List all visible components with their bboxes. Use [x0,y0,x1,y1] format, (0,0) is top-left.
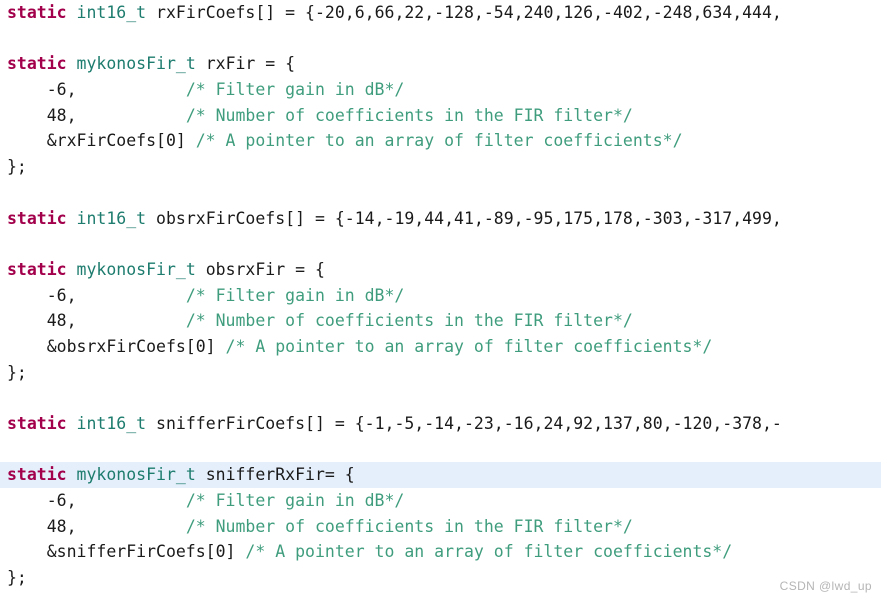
code-token-type: mykonosFir_t [76,465,196,485]
code-token-plain: -6, [7,80,186,100]
code-line[interactable]: static mykonosFir_t obsrxFir = { [0,257,881,283]
code-token-plain: obsrxFir = { [195,259,325,279]
code-line[interactable]: &obsrxFirCoefs[0] /* A pointer to an arr… [0,334,881,360]
code-line[interactable]: 48, /* Number of coefficients in the FIR… [0,514,881,540]
code-token-type: int16_t [76,414,147,433]
code-line[interactable]: static int16_t snifferFirCoefs[] = {-1,-… [0,411,881,437]
code-token-comment: /* A pointer to an array of filter coeff… [195,131,683,151]
code-token-keyword: static [7,54,67,74]
code-token-comment: /* A pointer to an array of filter coeff… [245,542,733,562]
code-token-type: int16_t [76,3,147,22]
code-token-comment: /* Filter gain in dB*/ [185,491,405,511]
code-line[interactable]: -6, /* Filter gain in dB*/ [0,283,881,309]
code-token-plain: snifferFirCoefs[] = {-1,-5,-14,-23,-16,2… [146,414,782,433]
code-token-plain: 48, [7,516,186,536]
code-line[interactable]: static int16_t rxFirCoefs[] = {-20,6,66,… [0,0,881,26]
code-line[interactable]: -6, /* Filter gain in dB*/ [0,488,881,514]
code-token-plain: obsrxFirCoefs[] = {-14,-19,44,41,-89,-95… [146,208,782,228]
code-token-plain: 48, [7,105,186,125]
code-line[interactable]: }; [0,360,881,386]
code-token-comment: /* Number of coefficients in the FIR fil… [185,516,633,536]
code-token-plain: }; [7,568,27,588]
code-token-type: mykonosFir_t [76,54,196,74]
code-token-keyword: static [7,465,67,485]
code-line-blank[interactable] [0,437,881,463]
code-token-keyword: static [7,259,67,279]
code-token-plain: rxFir = { [195,54,296,74]
code-token-comment: /* Number of coefficients in the FIR fil… [185,105,633,125]
code-line-blank[interactable] [0,385,881,411]
watermark-text: CSDN @lwd_up [779,579,872,593]
code-line[interactable]: 48, /* Number of coefficients in the FIR… [0,103,881,129]
code-token-plain: snifferRxFir= { [195,465,355,485]
code-line[interactable]: static int16_t obsrxFirCoefs[] = {-14,-1… [0,206,881,232]
code-line-blank[interactable] [0,180,881,206]
code-line[interactable]: -6, /* Filter gain in dB*/ [0,77,881,103]
code-token-type: mykonosFir_t [76,259,196,279]
code-token-plain: -6, [7,285,186,305]
code-lines-container: static int16_t rxFirCoefs[] = {-20,6,66,… [0,0,881,591]
code-token-keyword: static [7,414,67,433]
code-token-plain: }; [7,362,27,382]
code-line[interactable]: static mykonosFir_t rxFir = { [0,51,881,77]
code-line[interactable]: &snifferFirCoefs[0] /* A pointer to an a… [0,539,881,565]
code-token-comment: /* A pointer to an array of filter coeff… [225,336,713,356]
code-token-plain: -6, [7,491,186,511]
code-token-plain: &obsrxFirCoefs[0] [7,336,226,356]
code-token-keyword: static [7,3,67,22]
code-line[interactable]: 48, /* Number of coefficients in the FIR… [0,308,881,334]
code-token-plain: &snifferFirCoefs[0] [7,542,246,562]
code-token-comment: /* Filter gain in dB*/ [185,285,405,305]
code-line[interactable]: }; [0,154,881,180]
code-line[interactable]: }; [0,565,881,591]
code-token-plain: }; [7,157,27,177]
code-token-plain: &rxFirCoefs[0] [7,131,196,151]
code-token-comment: /* Filter gain in dB*/ [185,80,405,100]
code-token-plain: 48, [7,311,186,331]
code-line[interactable]: &rxFirCoefs[0] /* A pointer to an array … [0,128,881,154]
code-token-keyword: static [7,208,67,228]
code-block[interactable]: static int16_t rxFirCoefs[] = {-20,6,66,… [0,0,881,601]
code-token-plain: rxFirCoefs[] = {-20,6,66,22,-128,-54,240… [146,3,782,22]
code-line-blank[interactable] [0,231,881,257]
code-line-blank[interactable] [0,26,881,52]
code-token-comment: /* Number of coefficients in the FIR fil… [185,311,633,331]
code-token-type: int16_t [76,208,147,228]
code-line[interactable]: static mykonosFir_t snifferRxFir= { [0,462,881,489]
